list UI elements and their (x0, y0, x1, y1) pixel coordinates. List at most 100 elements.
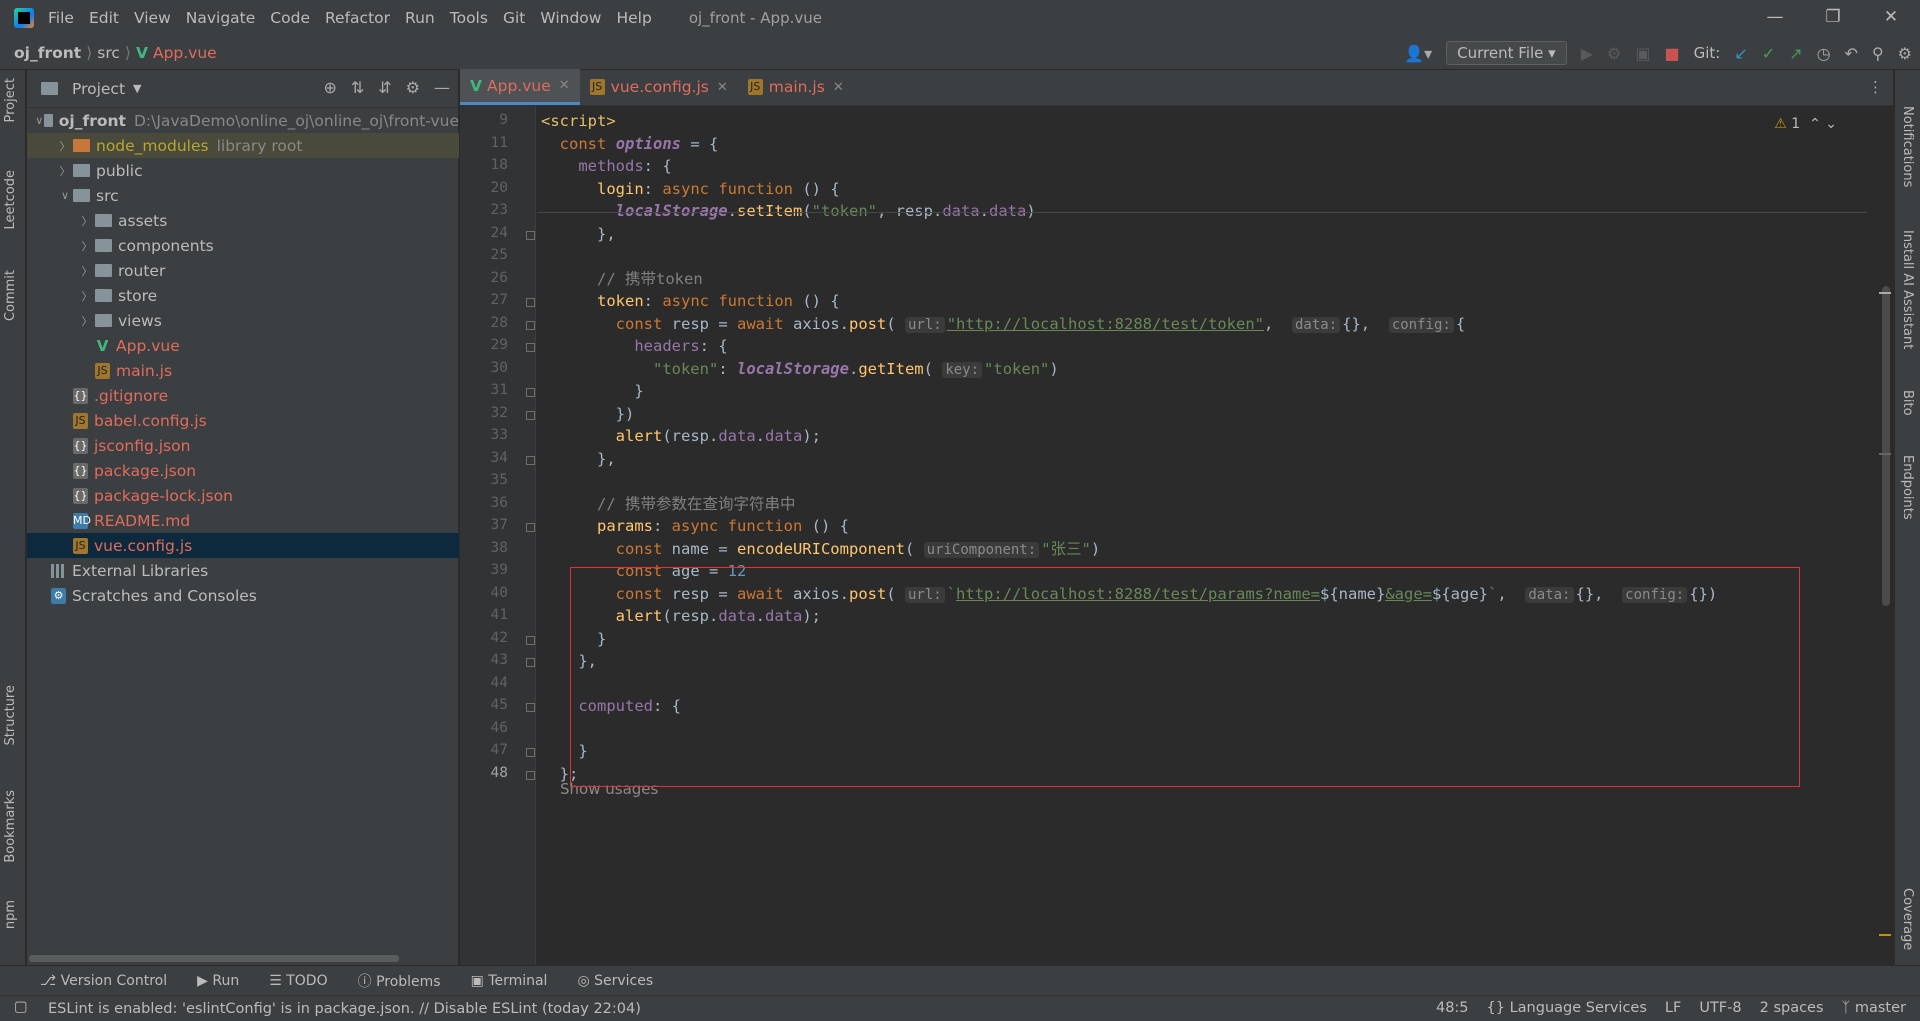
indent-setting[interactable]: 2 spaces (1760, 1000, 1824, 1016)
tree-item[interactable]: V App.vue (27, 333, 459, 358)
fold-marker-icon[interactable] (526, 298, 535, 307)
fold-marker-icon[interactable] (526, 230, 535, 240)
settings-icon[interactable]: ⚙ (1898, 44, 1912, 63)
language-services[interactable]: {} Language Services (1487, 1000, 1647, 1016)
side-tab-notifications[interactable]: Notifications (1900, 106, 1915, 187)
chevron-down-icon[interactable]: ▼ (133, 82, 141, 95)
tree-item[interactable]: JS babel.config.js (27, 408, 459, 433)
tree-item[interactable]: 〉 views (27, 308, 459, 333)
breadcrumb-src[interactable]: src (97, 44, 120, 62)
menu-help[interactable]: Help (616, 9, 651, 27)
side-tab-npm[interactable]: npm (3, 900, 18, 929)
fold-marker-icon[interactable] (526, 343, 535, 352)
tabs-menu-icon[interactable]: ⋮ (1868, 78, 1883, 96)
hide-icon[interactable]: — (434, 78, 450, 97)
chevron-right-icon[interactable]: 〉 (79, 213, 95, 229)
tree-item[interactable]: {} .gitignore (27, 383, 459, 408)
project-scrollbar[interactable] (27, 953, 459, 965)
tree-item[interactable]: {} jsconfig.json (27, 433, 459, 458)
rollback-icon[interactable]: ↶ (1845, 44, 1858, 63)
git-update-icon[interactable]: ↙ (1734, 44, 1747, 63)
tab-app-vue[interactable]: V App.vue ✕ (460, 69, 580, 105)
breadcrumb-file[interactable]: App.vue (153, 44, 217, 62)
tool-window-terminal[interactable]: ▣ Terminal (471, 973, 548, 989)
side-tab-structure[interactable]: Structure (3, 685, 18, 745)
tree-item[interactable]: External Libraries (27, 558, 459, 583)
fold-marker-icon[interactable] (526, 388, 535, 397)
chevron-right-icon[interactable]: 〉 (79, 313, 95, 329)
gear-icon[interactable]: ⚙ (406, 78, 420, 97)
menu-tools[interactable]: Tools (450, 9, 488, 27)
tree-item[interactable]: MD README.md (27, 508, 459, 533)
fold-marker-icon[interactable] (526, 320, 535, 330)
git-branch[interactable]: ᛉ master (1842, 1000, 1906, 1016)
fold-marker-icon[interactable] (526, 658, 535, 667)
coverage-icon[interactable]: ▣ (1635, 44, 1650, 63)
close-tab-icon[interactable]: ✕ (559, 78, 570, 93)
menu-edit[interactable]: Edit (89, 9, 119, 27)
tool-window-services[interactable]: ◎ Services (577, 973, 653, 989)
close-icon[interactable]: ✕ (1862, 0, 1920, 36)
chevron-right-icon[interactable]: 〉 (79, 263, 95, 279)
tree-item[interactable]: JS vue.config.js (27, 533, 459, 558)
expand-all-icon[interactable]: ⇅ (351, 78, 364, 97)
tree-item[interactable]: 〉 node_modules library root (27, 133, 459, 158)
fold-marker-icon[interactable] (526, 410, 535, 420)
fold-marker-icon[interactable] (526, 748, 535, 757)
locate-icon[interactable]: ⊕ (323, 78, 336, 97)
editor-scrollbar[interactable] (1879, 106, 1893, 965)
menu-view[interactable]: View (134, 9, 171, 27)
menu-git[interactable]: Git (503, 9, 525, 27)
project-panel-title[interactable]: Project (72, 80, 125, 98)
side-tab-bookmarks[interactable]: Bookmarks (3, 790, 18, 863)
status-message[interactable]: ESLint is enabled: 'eslintConfig' is in … (48, 1001, 641, 1017)
tree-item[interactable]: 〉 public (27, 158, 459, 183)
debug-icon[interactable]: ⚙ (1607, 44, 1621, 63)
chevron-right-icon[interactable]: 〉 (57, 163, 73, 179)
menu-window[interactable]: Window (540, 9, 601, 27)
tree-item[interactable]: JS main.js (27, 358, 459, 383)
fold-marker-icon[interactable] (526, 523, 535, 532)
git-commit-icon[interactable]: ✓ (1762, 44, 1775, 63)
tool-window-problems[interactable]: ⓘ Problems (358, 971, 441, 991)
breadcrumb-project[interactable]: oj_front (14, 44, 81, 62)
tool-window-run[interactable]: ▶ Run (197, 973, 239, 989)
caret-position[interactable]: 48:5 (1436, 1000, 1469, 1016)
menu-file[interactable]: File (48, 9, 74, 27)
tool-window-todo[interactable]: ☰ TODO (269, 973, 327, 989)
tab-vue-config-js[interactable]: JS vue.config.js ✕ (580, 69, 738, 105)
code-editor[interactable]: <script> const options = { methods: { lo… (537, 106, 1867, 965)
tab-main-js[interactable]: JS main.js ✕ (738, 69, 854, 105)
menu-code[interactable]: Code (270, 9, 310, 27)
tree-item[interactable]: 〉 store (27, 283, 459, 308)
run-icon[interactable]: ▶ (1581, 44, 1593, 63)
search-icon[interactable]: ⚲ (1872, 44, 1884, 63)
tool-window-version-control[interactable]: ⎇ Version Control (40, 973, 167, 989)
menu-navigate[interactable]: Navigate (186, 9, 256, 27)
maximize-icon[interactable]: ❐ (1804, 0, 1862, 36)
menu-refactor[interactable]: Refactor (325, 9, 390, 27)
tree-item[interactable]: ∨ oj_front D:\JavaDemo\online_oj\online_oj… (27, 108, 459, 133)
side-tab-ai-assistant[interactable]: Install AI Assistant (1900, 230, 1915, 349)
fold-marker-icon[interactable] (526, 703, 535, 712)
menu-run[interactable]: Run (405, 9, 435, 27)
tree-item[interactable]: ∨ src (27, 183, 459, 208)
stop-icon[interactable]: ■ (1664, 44, 1679, 63)
tree-item[interactable]: 〉 assets (27, 208, 459, 233)
side-tab-endpoints[interactable]: Endpoints (1900, 455, 1915, 520)
tree-item[interactable]: 〉 router (27, 258, 459, 283)
side-tab-project[interactable]: Project (3, 78, 18, 122)
fold-marker-icon[interactable] (526, 635, 535, 645)
chevron-right-icon[interactable]: 〉 (79, 238, 95, 254)
collapse-all-icon[interactable]: ⇵ (378, 78, 391, 97)
git-push-icon[interactable]: ↗ (1789, 44, 1802, 63)
toggle-panel-icon[interactable]: ▢ (14, 999, 28, 1015)
chevron-right-icon[interactable]: 〉 (79, 288, 95, 304)
chevron-down-icon[interactable]: ∨ (35, 114, 44, 127)
line-separator[interactable]: LF (1665, 1000, 1681, 1016)
file-encoding[interactable]: UTF-8 (1699, 1000, 1741, 1016)
close-tab-icon[interactable]: ✕ (833, 80, 844, 95)
side-tab-bito[interactable]: Bito (1900, 390, 1915, 416)
tree-item[interactable]: 〉 components (27, 233, 459, 258)
chevron-down-icon[interactable]: ∨ (57, 189, 73, 202)
